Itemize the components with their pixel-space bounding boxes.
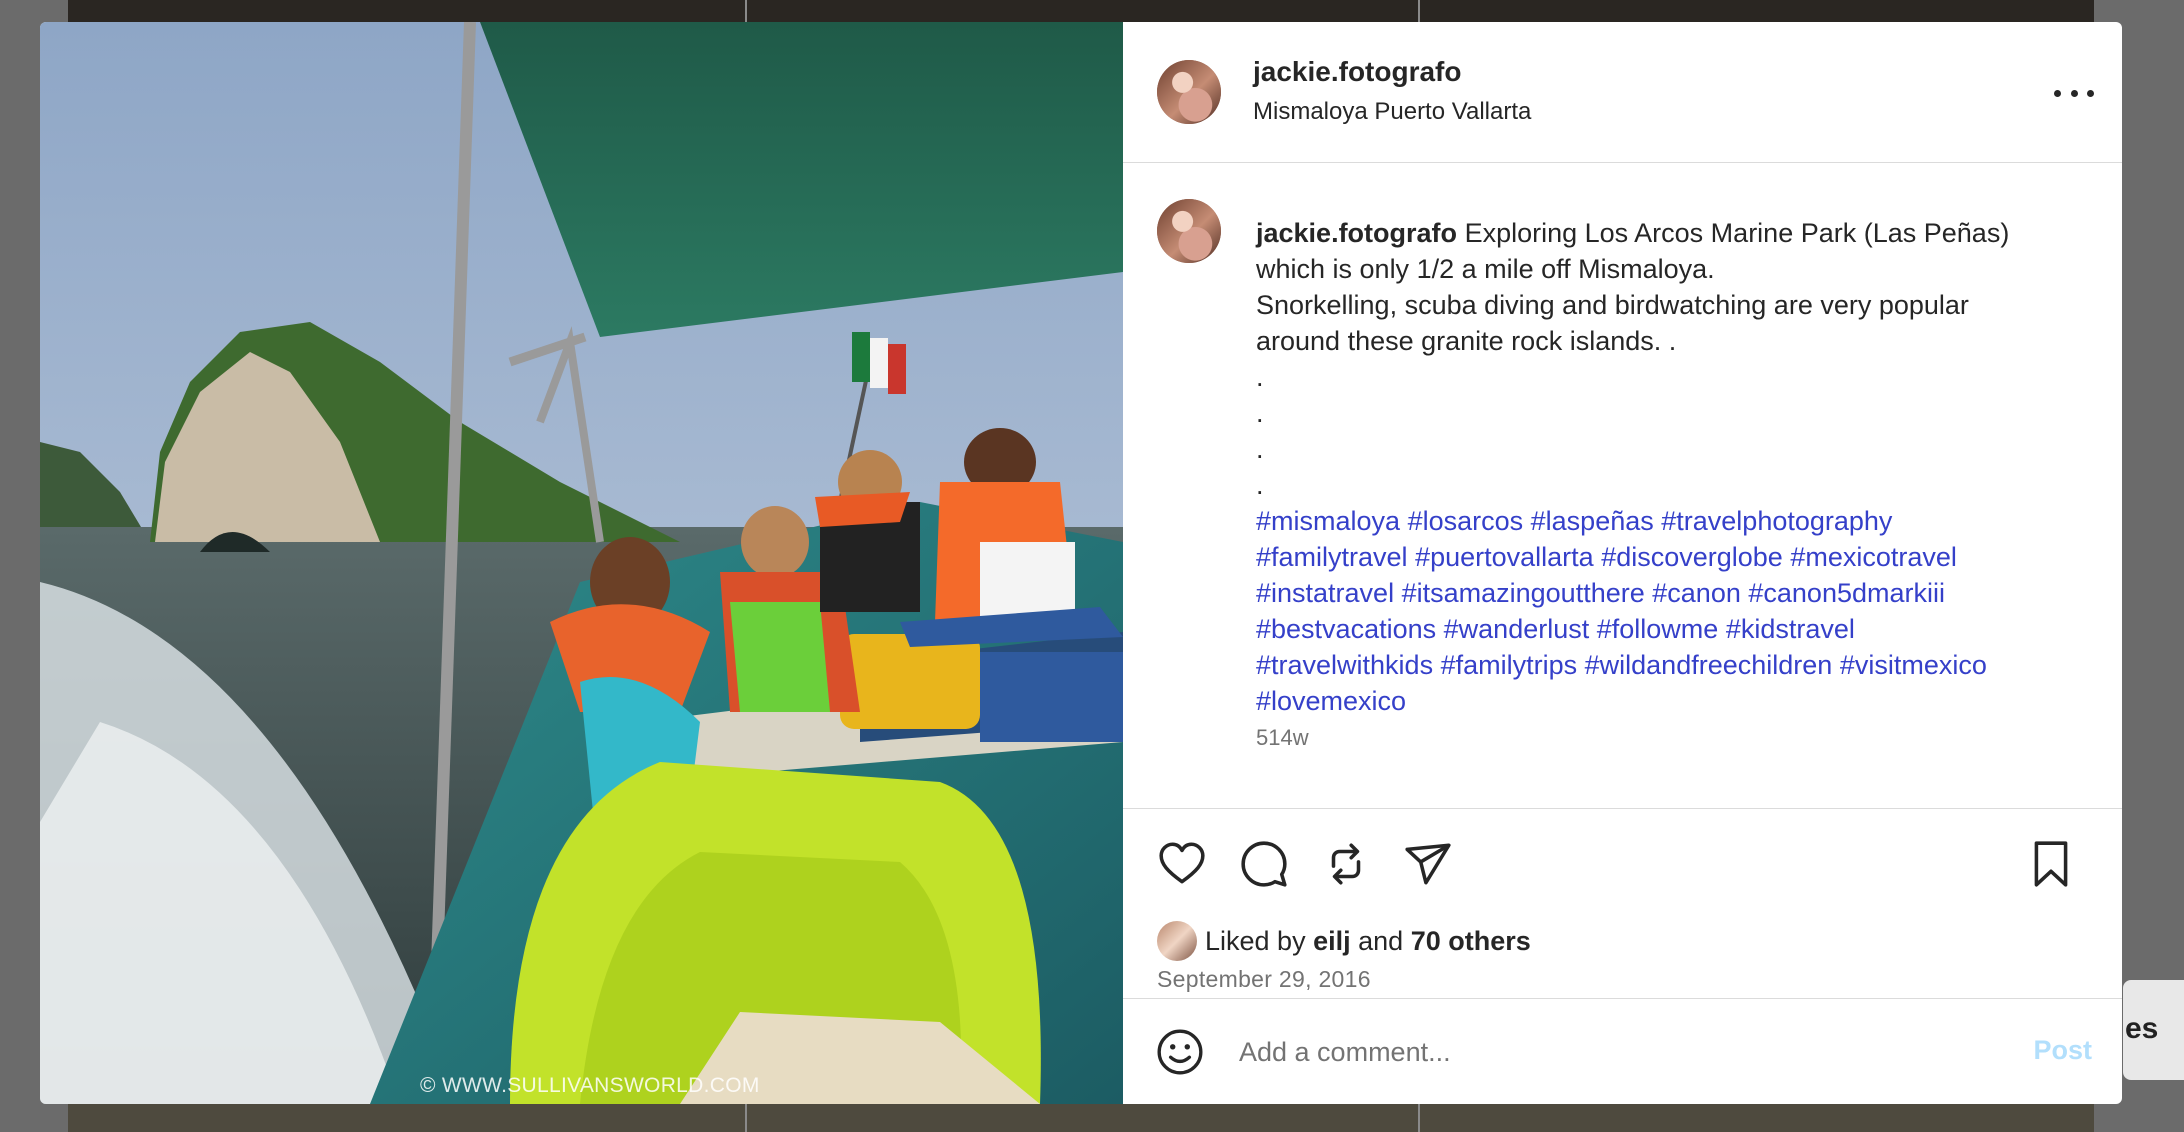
background-divider: [1418, 0, 1420, 22]
boat-photo: [40, 22, 1123, 1104]
hashtag-link[interactable]: #puertovallarta: [1415, 542, 1594, 572]
send-icon[interactable]: [1403, 839, 1453, 889]
more-options-icon[interactable]: [2054, 78, 2094, 108]
caption-line: which is only 1/2 a mile off Mismaloya.: [1256, 254, 1715, 284]
likes-conj: and: [1358, 925, 1404, 956]
hashtag-link[interactable]: #familytravel: [1256, 542, 1408, 572]
hashtag-link[interactable]: #discoverglobe: [1601, 542, 1783, 572]
hashtag-link[interactable]: #canon5dmarkiii: [1748, 578, 1945, 608]
caption-avatar[interactable]: [1157, 199, 1221, 263]
avatar[interactable]: [1157, 60, 1221, 124]
caption-line: .: [1256, 470, 1264, 500]
emoji-icon[interactable]: [1155, 1027, 1205, 1077]
post-username[interactable]: jackie.fotografo: [1253, 56, 1461, 88]
background-peek-card: es: [2123, 980, 2184, 1080]
post-modal: © WWW.SULLIVANSWORLD.COM jackie.fotograf…: [40, 22, 2122, 1104]
hashtag-link[interactable]: #losarcos: [1408, 506, 1524, 536]
caption-line: around these granite rock islands. .: [1256, 326, 1677, 356]
caption-line: .: [1256, 398, 1264, 428]
likes-summary: Liked by eilj and 70 others: [1157, 921, 1531, 961]
hashtag-link[interactable]: #lovemexico: [1256, 686, 1406, 716]
background-feed-bottom: [68, 1104, 2094, 1132]
liker-username[interactable]: eilj: [1313, 926, 1351, 957]
caption-line: Exploring Los Arcos Marine Park (Las Peñ…: [1464, 218, 2010, 248]
heart-icon[interactable]: [1157, 839, 1207, 889]
caption-username[interactable]: jackie.fotografo: [1256, 218, 1457, 248]
hashtag-link[interactable]: #mexicotravel: [1790, 542, 1957, 572]
likes-prefix: Liked by: [1205, 925, 1306, 956]
photo-watermark: © WWW.SULLIVANSWORLD.COM: [420, 1074, 760, 1097]
hashtag-link[interactable]: #itsamazingoutthere: [1402, 578, 1645, 608]
background-peek-text: es: [2125, 1012, 2159, 1045]
hashtag-link[interactable]: #bestvacations: [1256, 614, 1436, 644]
caption-text: jackie.fotografo Exploring Los Arcos Mar…: [1256, 215, 2086, 719]
caption-time-ago[interactable]: 514w: [1256, 725, 1309, 751]
hashtag-link[interactable]: #laspeñas: [1531, 506, 1654, 536]
hashtag-link[interactable]: #travelwithkids: [1256, 650, 1433, 680]
share-icon[interactable]: [1321, 839, 1371, 889]
post-location[interactable]: Mismaloya Puerto Vallarta: [1253, 98, 1531, 126]
liker-avatar[interactable]: [1157, 921, 1197, 961]
hashtag-link[interactable]: #kidstravel: [1726, 614, 1855, 644]
background-divider: [1418, 1104, 1420, 1132]
likes-others-link[interactable]: 70 others: [1411, 926, 1531, 957]
comment-bar: Post: [1123, 998, 2122, 1104]
hashtag-link[interactable]: #canon: [1652, 578, 1741, 608]
caption-line: Snorkelling, scuba diving and birdwatchi…: [1256, 290, 1969, 320]
hashtag-link[interactable]: #visitmexico: [1840, 650, 1987, 680]
hashtag-link[interactable]: #wanderlust: [1444, 614, 1590, 644]
comment-input[interactable]: [1237, 1021, 1961, 1083]
hashtag-link[interactable]: #familytrips: [1441, 650, 1578, 680]
post-comment-button[interactable]: Post: [2033, 1035, 2092, 1066]
comment-icon[interactable]: [1239, 839, 1289, 889]
caption-line: .: [1256, 434, 1264, 464]
caption-area: jackie.fotografo Exploring Los Arcos Mar…: [1123, 163, 2122, 808]
background-divider: [745, 1104, 747, 1132]
caption-line: .: [1256, 362, 1264, 392]
background-divider: [745, 0, 747, 22]
bookmark-icon[interactable]: [2028, 839, 2074, 889]
post-header: jackie.fotografo Mismaloya Puerto Vallar…: [1123, 22, 2122, 163]
hashtag-link[interactable]: #wildandfreechildren: [1585, 650, 1833, 680]
post-date[interactable]: September 29, 2016: [1157, 966, 1371, 993]
hashtag-link[interactable]: #mismaloya: [1256, 506, 1400, 536]
background-feed-top: [68, 0, 2094, 22]
hashtag-link[interactable]: #instatravel: [1256, 578, 1394, 608]
post-details-panel: jackie.fotografo Mismaloya Puerto Vallar…: [1123, 22, 2122, 1104]
post-photo[interactable]: © WWW.SULLIVANSWORLD.COM: [40, 22, 1123, 1104]
hashtag-link[interactable]: #travelphotography: [1661, 506, 1892, 536]
hashtag-link[interactable]: #followme: [1597, 614, 1719, 644]
